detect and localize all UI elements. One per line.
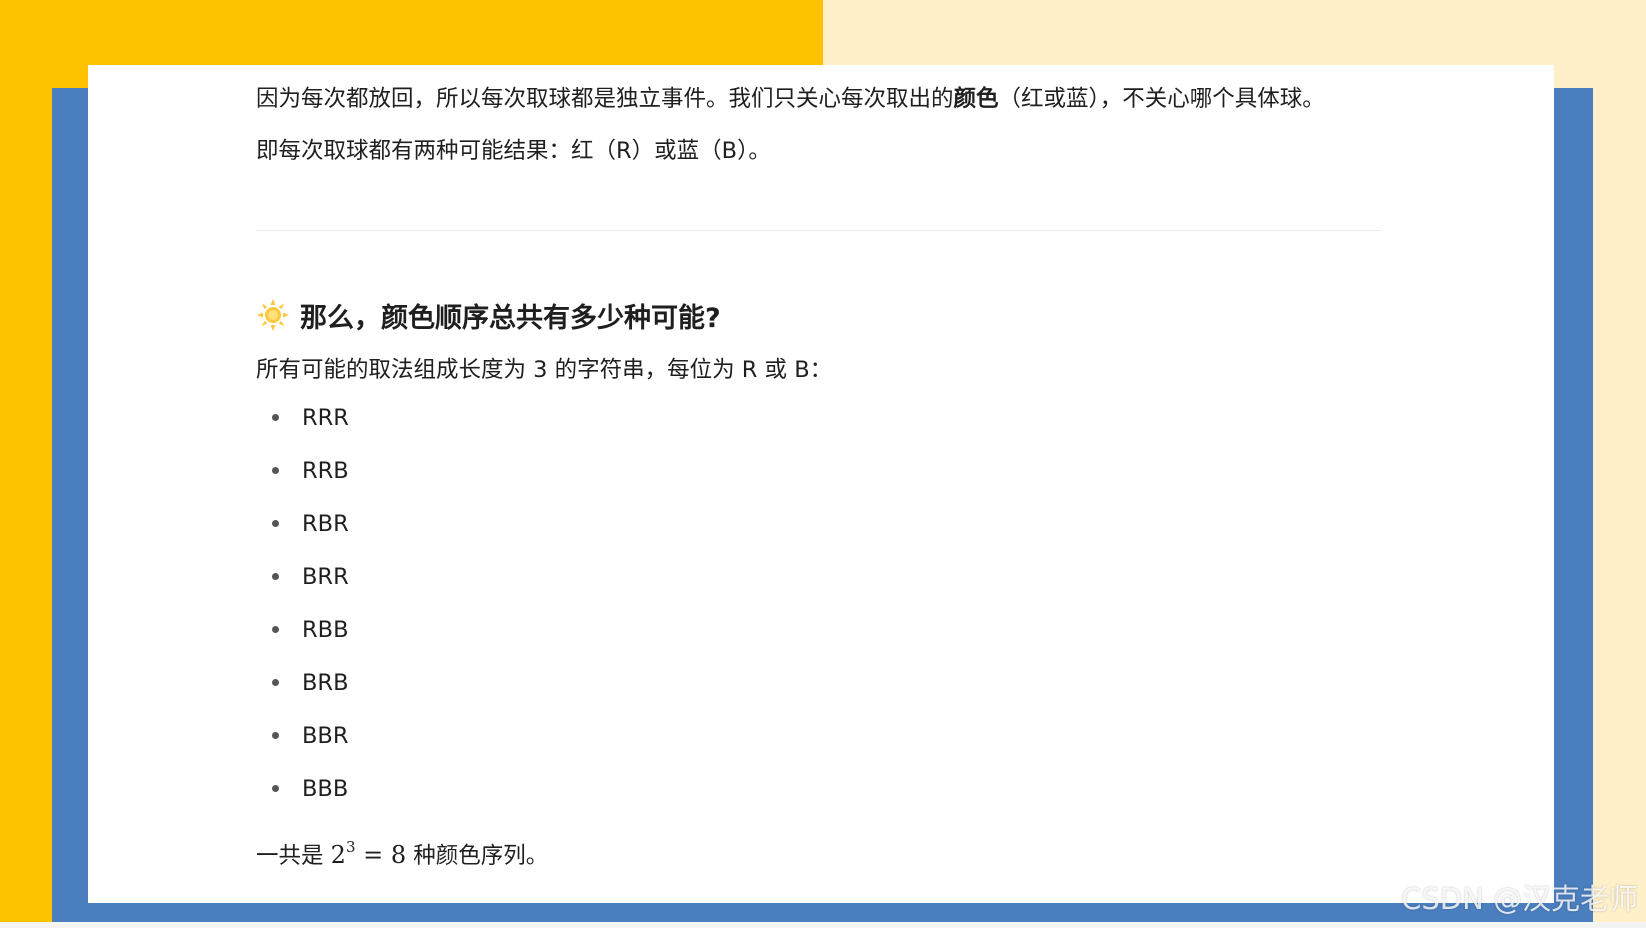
section-heading: 那么，颜色顺序总共有多少种可能? — [256, 293, 721, 337]
list-item: RBB — [256, 603, 349, 656]
formula: 23 = 8 — [330, 838, 407, 869]
conclusion-suffix: 种颜色序列。 — [406, 843, 549, 869]
bullet-icon — [272, 414, 279, 421]
heading-text: 那么，颜色顺序总共有多少种可能? — [300, 302, 721, 334]
formula-equals: = 8 — [355, 841, 407, 869]
list-item: RBR — [256, 497, 349, 550]
list-item-text: BRR — [302, 563, 349, 590]
list-item-text: RRB — [302, 457, 349, 484]
list-item-text: RRR — [302, 404, 349, 431]
list-item: BRR — [256, 550, 349, 603]
paragraph1-bold: 颜色 — [953, 86, 999, 112]
list-item-text: BBR — [302, 722, 349, 749]
bullet-icon — [272, 573, 279, 580]
divider — [256, 230, 1381, 231]
bottom-strip — [0, 922, 1646, 928]
bullet-icon — [272, 785, 279, 792]
list-item-text: BRB — [302, 669, 349, 696]
sun-icon — [257, 299, 289, 331]
paragraph1-before: 因为每次都放回，所以每次取球都是独立事件。我们只关心每次取出的 — [256, 86, 954, 112]
bullet-icon — [272, 679, 279, 686]
paragraph-two-outcomes: 即每次取球都有两种可能结果：红（R）或蓝（B）。 — [256, 138, 771, 164]
paragraph-conclusion: 一共是 23 = 8 种颜色序列。 — [256, 833, 548, 872]
paragraph-independent-events: 因为每次都放回，所以每次取球都是独立事件。我们只关心每次取出的颜色（红或蓝），不… — [256, 83, 1325, 115]
content-card: 因为每次都放回，所以每次取球都是独立事件。我们只关心每次取出的颜色（红或蓝），不… — [88, 65, 1554, 903]
list-item-text: RBB — [302, 616, 349, 643]
bullet-icon — [272, 732, 279, 739]
paragraph-all-combinations: 所有可能的取法组成长度为 3 的字符串，每位为 R 或 B： — [256, 357, 833, 383]
formula-exponent: 3 — [345, 838, 356, 856]
list-item: BRB — [256, 656, 349, 709]
list-item: RRB — [256, 444, 349, 497]
bullet-icon — [272, 467, 279, 474]
formula-base: 2 — [330, 841, 346, 869]
paragraph1-after: （红或蓝），不关心哪个具体球。 — [998, 86, 1325, 112]
bullet-icon — [272, 626, 279, 633]
list-item: BBB — [256, 762, 349, 815]
list-item: BBR — [256, 709, 349, 762]
list-item-text: RBR — [302, 510, 349, 537]
conclusion-prefix: 一共是 — [256, 843, 331, 869]
list-item-text: BBB — [302, 775, 349, 802]
watermark: CSDN @汉克老师 — [1401, 882, 1638, 916]
sequence-list: RRR RRB RBR BRR RBB BRB BBR BBB — [256, 391, 349, 815]
list-item: RRR — [256, 391, 349, 444]
bullet-icon — [272, 520, 279, 527]
